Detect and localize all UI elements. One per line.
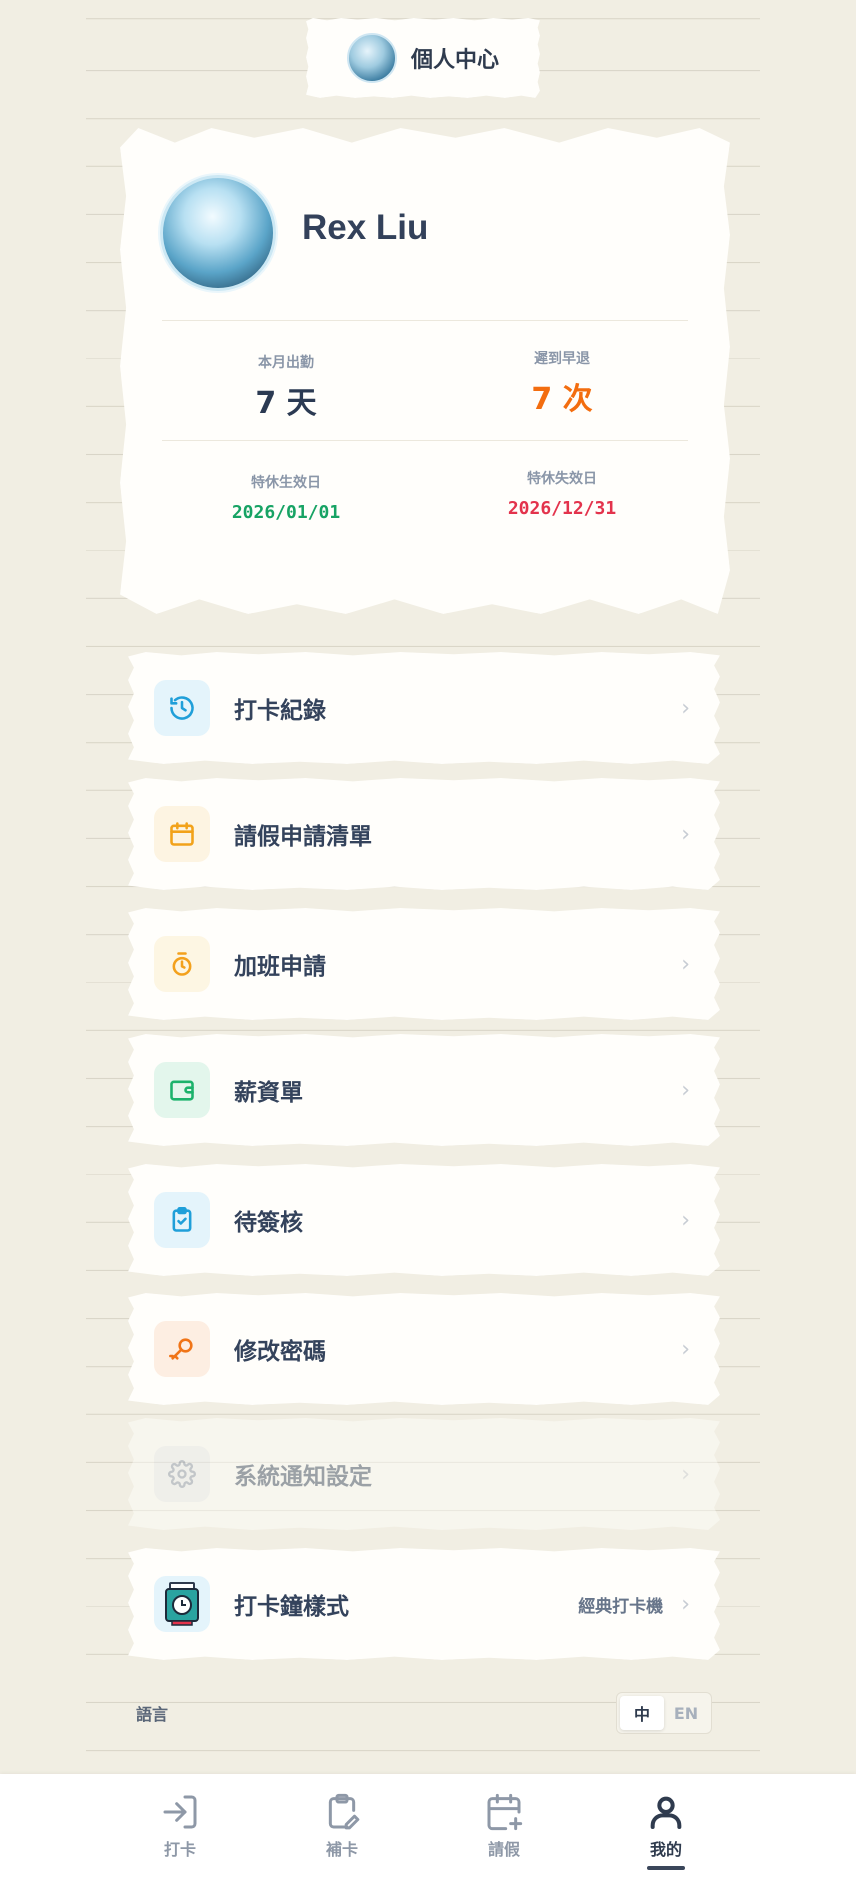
menu-label: 系統通知設定 bbox=[234, 1464, 372, 1490]
page-header: 個人中心 bbox=[306, 18, 540, 98]
chevron-right-icon: › bbox=[681, 821, 690, 847]
stopwatch-icon bbox=[154, 936, 210, 992]
nav-me[interactable]: 我的 bbox=[616, 1792, 716, 1870]
chevron-right-icon: › bbox=[681, 695, 690, 721]
menu-item-payslip[interactable]: 薪資單 › bbox=[128, 1034, 720, 1146]
nav-label: 補卡 bbox=[325, 1840, 358, 1859]
profile-card: Rex Liu 本月出勤 7 天 遲到早退 7 次 特休生效日 2026/01/… bbox=[120, 128, 730, 614]
calendar-icon bbox=[154, 806, 210, 862]
menu-label: 薪資單 bbox=[234, 1080, 303, 1106]
nav-label: 我的 bbox=[649, 1840, 682, 1859]
leave-start-value: 2026/01/01 bbox=[231, 502, 341, 523]
menu-item-leave-list[interactable]: 請假申請清單 › bbox=[128, 778, 720, 890]
history-icon bbox=[154, 680, 210, 736]
nav-punch[interactable]: 打卡 bbox=[130, 1792, 230, 1860]
chevron-right-icon: › bbox=[681, 951, 690, 977]
nav-label: 請假 bbox=[487, 1840, 520, 1859]
menu-label: 請假申請清單 bbox=[234, 824, 372, 850]
calendar-plus-icon bbox=[487, 1793, 523, 1831]
late-early-value: 7 次 bbox=[531, 382, 593, 417]
user-name: Rex Liu bbox=[302, 208, 429, 247]
active-indicator bbox=[647, 1866, 685, 1870]
menu-label: 待簽核 bbox=[234, 1210, 303, 1236]
clipboard-edit-icon bbox=[328, 1793, 360, 1830]
nav-leave[interactable]: 請假 bbox=[454, 1792, 554, 1860]
menu-label: 修改密碼 bbox=[234, 1339, 326, 1365]
divider bbox=[162, 320, 688, 321]
language-option-en[interactable]: EN bbox=[664, 1696, 708, 1730]
bottom-nav: 打卡 補卡 請假 我的 bbox=[0, 1774, 856, 1885]
language-option-zh[interactable]: 中 bbox=[620, 1696, 664, 1730]
menu-item-overtime[interactable]: 加班申請 › bbox=[128, 908, 720, 1020]
header-avatar bbox=[346, 33, 397, 83]
gear-icon bbox=[154, 1446, 210, 1502]
menu-item-pending-approval[interactable]: 待簽核 › bbox=[128, 1164, 720, 1276]
menu-item-change-password[interactable]: 修改密碼 › bbox=[128, 1293, 720, 1405]
attendance-label: 本月出勤 bbox=[258, 355, 314, 371]
chevron-right-icon: › bbox=[681, 1461, 690, 1487]
menu-item-notification-settings[interactable]: 系統通知設定 › bbox=[128, 1418, 720, 1530]
time-clock-icon bbox=[154, 1576, 210, 1632]
chevron-right-icon: › bbox=[681, 1207, 690, 1233]
language-toggle: 中 EN bbox=[616, 1692, 712, 1734]
login-icon bbox=[163, 1795, 197, 1829]
menu-item-punch-records[interactable]: 打卡紀錄 › bbox=[128, 652, 720, 764]
late-early-label: 遲到早退 bbox=[534, 351, 590, 367]
attendance-value: 7 天 bbox=[255, 386, 317, 421]
chevron-right-icon: › bbox=[681, 1591, 690, 1617]
key-icon bbox=[154, 1321, 210, 1377]
clock-style-value: 經典打卡機 bbox=[578, 1596, 664, 1617]
leave-start-label: 特休生效日 bbox=[251, 475, 321, 491]
language-row: 語言 中 EN bbox=[86, 1690, 760, 1736]
nav-label: 打卡 bbox=[163, 1840, 196, 1859]
page-title: 個人中心 bbox=[410, 48, 499, 73]
chevron-right-icon: › bbox=[681, 1336, 690, 1362]
nav-make-up-punch[interactable]: 補卡 bbox=[292, 1792, 392, 1860]
wallet-icon bbox=[154, 1062, 210, 1118]
menu-label: 打卡紀錄 bbox=[234, 698, 326, 724]
leave-end-label: 特休失效日 bbox=[527, 471, 597, 487]
user-icon bbox=[650, 1796, 682, 1829]
chevron-right-icon: › bbox=[681, 1077, 690, 1103]
language-label: 語言 bbox=[136, 1705, 169, 1724]
menu-label: 加班申請 bbox=[234, 954, 326, 980]
clipboard-check-icon bbox=[154, 1192, 210, 1248]
menu-item-clock-style[interactable]: 打卡鐘樣式 經典打卡機 › bbox=[128, 1548, 720, 1660]
divider bbox=[162, 440, 688, 441]
menu-label: 打卡鐘樣式 bbox=[234, 1594, 349, 1620]
leave-end-value: 2026/12/31 bbox=[507, 498, 617, 519]
avatar bbox=[160, 175, 276, 291]
